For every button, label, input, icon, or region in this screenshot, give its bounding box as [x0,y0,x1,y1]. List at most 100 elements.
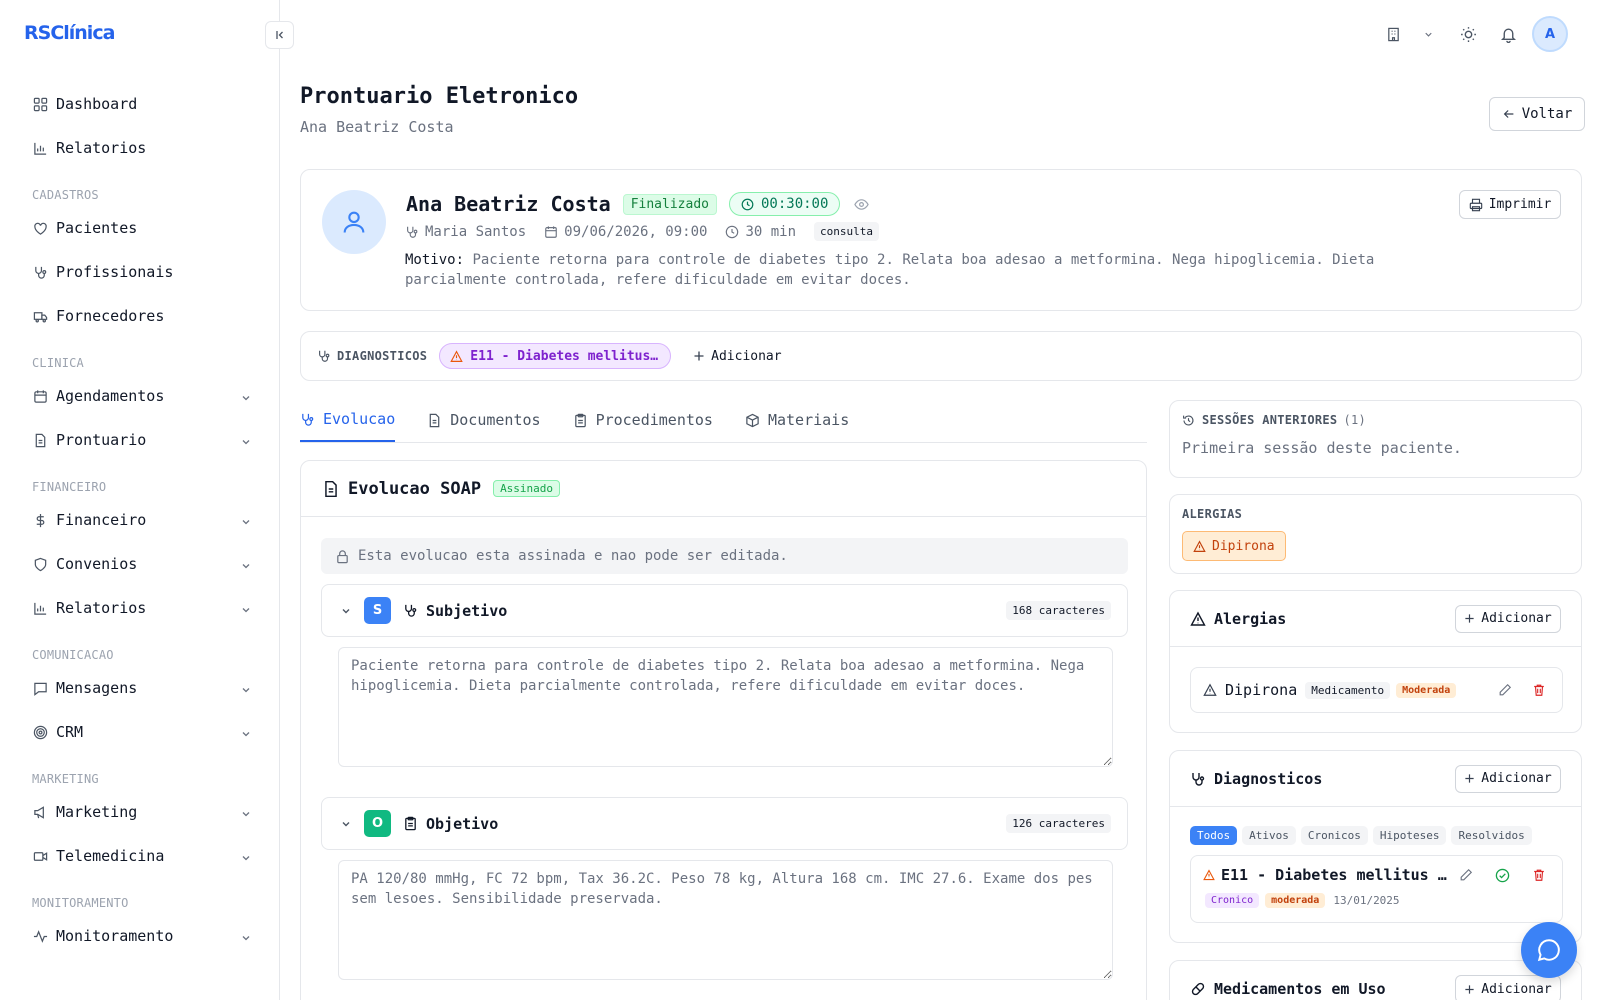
filter-hipoteses[interactable]: Hipoteses [1372,826,1447,845]
chat-fab-button[interactable] [1521,922,1577,978]
trash-icon[interactable] [1532,683,1546,697]
trash-icon[interactable] [1532,868,1546,882]
meta-duration: 30 min [725,224,796,240]
sidebar-item-telemedicina[interactable]: Telemedicina [0,834,279,878]
soap-header: Evolucao SOAP Assinado [301,461,1146,517]
sidebar-item-convenios[interactable]: Convenios [0,542,279,586]
allergies-title: Alergias [1214,609,1287,628]
tab-label: Materiais [767,411,850,429]
chevron-down-icon[interactable] [240,434,252,446]
message-icon [32,680,48,696]
filter-ativos[interactable]: Ativos [1242,826,1296,845]
sidebar-item-label: Relatorios [56,139,147,157]
chevron-down-icon[interactable] [240,726,252,738]
chevron-down-icon[interactable] [240,602,252,614]
diagnosis-bar-label: DIAGNOSTICOS [317,349,427,363]
chevron-down-icon[interactable] [240,514,252,526]
warning-icon [1203,683,1217,696]
print-button[interactable]: Imprimir [1459,190,1561,219]
section-title-monitoramento: MONITORAMENTO [32,896,129,910]
edit-icon[interactable] [1459,868,1473,882]
sidebar-item-pacientes[interactable]: Pacientes [0,206,279,250]
status-badge: Finalizado [622,193,717,215]
filter-todos[interactable]: Todos [1190,826,1238,845]
diagnosis-chip[interactable]: E11 - Diabetes mellitus… [439,343,672,369]
add-diagnosis-card-button[interactable]: Adicionar [1455,764,1561,793]
sidebar-item-monitoramento[interactable]: Monitoramento [0,914,279,958]
sidebar-item-relatorios[interactable]: Relatorios [0,126,279,170]
soap-section-subjetivo[interactable]: S Subjetivo 168 caracteres [321,584,1128,637]
eye-icon[interactable] [854,197,870,212]
chevron-down-icon[interactable] [340,818,352,830]
chevron-down-icon[interactable] [240,806,252,818]
sidebar-item-mensagens[interactable]: Mensagens [0,666,279,710]
back-label: Voltar [1521,106,1573,122]
chevron-down-icon[interactable] [240,930,252,942]
appointment-duration: 30 min [745,223,797,240]
collapse-sidebar-button[interactable] [265,21,294,49]
subjetivo-textarea[interactable]: Paciente retorna para controle de diabet… [338,647,1113,767]
chevron-down-icon[interactable] [240,850,252,862]
previous-sessions-title: SESSÕES ANTERIORES [1202,413,1338,427]
history-icon [1183,414,1194,426]
appointment-datetime: 09/06/2026, 09:00 [564,223,708,240]
edit-icon[interactable] [1498,683,1512,697]
sidebar-item-fornecedores[interactable]: Fornecedores [0,294,279,338]
sidebar-item-dashboard[interactable]: Dashboard [0,82,279,126]
tab-label: Evolucao [323,410,396,428]
previous-sessions-card: SESSÕES ANTERIORES (1) Primeira sessão d… [1169,400,1582,478]
tab-label: Documentos [450,411,541,429]
activity-icon [32,928,48,944]
chevron-down-icon[interactable] [240,682,252,694]
session-timer: 00:30:00 [728,192,841,216]
back-button[interactable]: Voltar [1489,97,1585,131]
check-circle-icon[interactable] [1495,868,1510,883]
shield-icon [32,556,48,572]
package-icon [746,413,759,427]
sidebar-item-crm[interactable]: CRM [0,710,279,754]
diagnosis-chip-text: E11 - Diabetes mellitus… [470,348,659,364]
heart-icon [32,220,48,236]
filter-cronicos[interactable]: Cronicos [1300,826,1368,845]
allergy-name: Dipirona [1225,681,1298,699]
sidebar-item-label: Relatorios [56,599,147,617]
filter-resolvidos[interactable]: Resolvidos [1451,826,1532,845]
brand-logo[interactable]: RSClínica [24,22,115,44]
section-label: Subjetivo [426,601,508,620]
diagnosis-item-row: E11 - Diabetes mellitus … [1203,866,1550,884]
add-allergy-button[interactable]: Adicionar [1455,604,1561,633]
page-subtitle: Ana Beatriz Costa [300,118,454,136]
soap-section-objetivo[interactable]: O Objetivo 126 caracteres [321,797,1128,850]
tab-materiais[interactable]: Materiais [745,398,849,442]
sidebar-item-marketing[interactable]: Marketing [0,790,279,834]
file-icon [32,432,48,448]
sidebar-item-label: Marketing [56,803,138,821]
add-diagnosis-card-label: Adicionar [1481,771,1552,786]
sidebar-item-profissionais[interactable]: Profissionais [0,250,279,294]
chevron-down-icon[interactable] [240,390,252,402]
add-diagnosis-button[interactable]: Adicionar [693,348,782,364]
sidebar-item-financeiro[interactable]: Financeiro [0,498,279,542]
diagnosis-item: E11 - Diabetes mellitus … Cronico modera… [1190,855,1563,923]
dashboard-icon [32,96,48,112]
tab-documentos[interactable]: Documentos [427,398,541,442]
medications-title: Medicamentos em Uso [1214,980,1386,998]
tab-evolucao[interactable]: Evolucao [300,398,396,442]
add-medication-button[interactable]: Adicionar [1455,975,1561,1000]
sidebar-item-label: Financeiro [56,511,147,529]
main-content: Prontuario Eletronico Ana Beatriz Costa … [300,0,1585,1000]
tab-label: Procedimentos [595,411,713,429]
motivo-text: Paciente retorna para controle de diabet… [405,252,1375,288]
add-diagnosis-label: Adicionar [711,348,782,364]
tab-procedimentos[interactable]: Procedimentos [573,398,713,442]
sidebar-item-label: Convenios [56,555,138,573]
objetivo-textarea[interactable]: PA 120/80 mmHg, FC 72 bpm, Tax 36.2C. Pe… [338,860,1113,980]
sidebar-item-agendamentos[interactable]: Agendamentos [0,374,279,418]
sidebar-item-prontuario[interactable]: Prontuario [0,418,279,462]
pill-icon [1191,982,1205,996]
allergies-header: Alergias Adicionar [1170,591,1581,647]
chevron-down-icon[interactable] [240,558,252,570]
sidebar-item-label: Prontuario [56,431,147,449]
chevron-down-icon[interactable] [340,605,352,617]
sidebar-item-relatorios-financeiro[interactable]: Relatorios [0,586,279,630]
